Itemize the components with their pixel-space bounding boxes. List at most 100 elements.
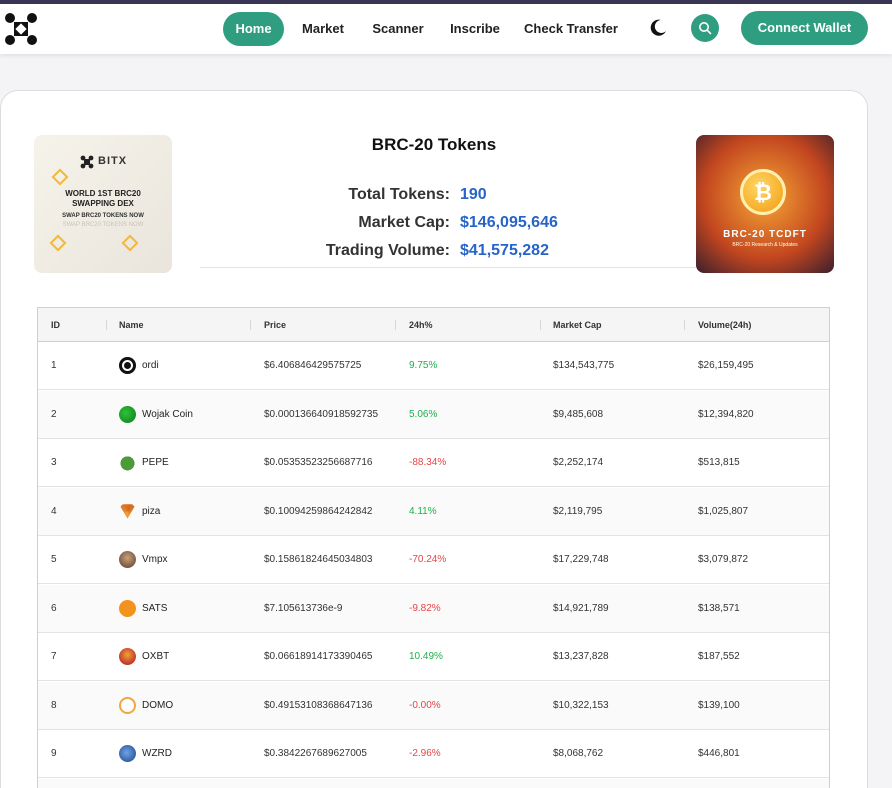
tcdft-ad-banner[interactable]: ₿ BRC-20 TCDFT BRC-20 Research & Updates	[696, 135, 834, 273]
row-id: 1	[51, 360, 57, 371]
token-name-link[interactable]: Vmpx	[142, 536, 168, 584]
token-name-link[interactable]: Wojak Coin	[142, 391, 193, 439]
table-header: ID Name Price 24h% Market Cap Volume(24h…	[38, 308, 829, 342]
token-price: $0.15861824645034803	[264, 554, 373, 565]
connect-wallet-button[interactable]: Connect Wallet	[741, 11, 868, 45]
wojak-icon	[119, 405, 136, 423]
row-id: 3	[51, 457, 57, 468]
column-separator	[106, 320, 107, 330]
row-id: 2	[51, 408, 57, 420]
bitx-ad-banner[interactable]: BITX WORLD 1ST BRC20 SWAPPING DEX SWAP B…	[34, 135, 172, 273]
token-change-24h: -70.24%	[409, 554, 447, 565]
table-row[interactable]: 9 WZRD $0.3842267689627005 -2.96% $8,068,762…	[38, 730, 829, 778]
column-separator	[684, 320, 685, 330]
vmpx-avatar-icon	[119, 551, 136, 568]
token-market-cap: $13,237,828	[553, 651, 609, 662]
nav-scanner[interactable]: Scanner	[368, 12, 428, 46]
token-volume-24h: $1,025,807	[698, 505, 749, 517]
token-market-cap: $17,229,748	[553, 554, 609, 565]
token-name-link[interactable]: piza	[142, 488, 160, 536]
token-market-cap: $10,322,153	[553, 699, 609, 711]
row-id: 4	[51, 505, 57, 517]
token-change-24h: -0.00%	[409, 699, 441, 711]
wzrd-icon	[119, 745, 136, 762]
search-button[interactable]	[691, 14, 719, 42]
trading-volume-value: $41,575,282	[460, 242, 549, 259]
token-name-link[interactable]: OXBT	[142, 633, 169, 681]
search-icon	[699, 22, 712, 35]
table-row[interactable]: 7 OXBT $0.06618914173390465 10.49% $13,237,8…	[38, 633, 829, 681]
token-market-cap: $134,543,775	[553, 360, 615, 371]
diamond-decor-icon	[51, 168, 69, 186]
token-volume-24h: $26,159,495	[698, 360, 754, 371]
token-name-link[interactable]: ordi	[142, 342, 159, 390]
bitx-logo-icon	[80, 155, 94, 169]
table-row[interactable]: 8 DOMO $0.49153108368647136 -0.00% $10,322,1…	[38, 681, 829, 730]
tcdft-subcaption: BRC-20 Research & Updates	[732, 242, 798, 248]
bitcoin-coin-icon: ₿	[740, 169, 786, 215]
token-price: $0.000136640918592735	[264, 408, 379, 420]
col-24h[interactable]: 24h%	[409, 308, 433, 342]
token-price: $0.49153108368647136	[264, 699, 373, 711]
tokens-table: ID Name Price 24h% Market Cap Volume(24h…	[37, 307, 830, 788]
logo-icon[interactable]	[4, 12, 38, 46]
bitx-headline: WORLD 1ST BRC20 SWAPPING DEX	[65, 189, 141, 208]
token-price: $6.406846429575725	[264, 360, 362, 371]
diamond-decor-icon	[49, 234, 67, 252]
nav-check-transfer[interactable]: Check Transfer	[523, 12, 619, 46]
token-price: $0.05353523256687716	[264, 457, 373, 468]
tcdft-caption: BRC-20 TCDFT	[723, 229, 807, 240]
total-tokens-value: 190	[460, 186, 487, 203]
trading-volume-label: Trading Volume:	[325, 242, 450, 259]
column-separator	[250, 320, 251, 330]
token-name-link[interactable]: SATS	[142, 585, 167, 633]
moon-icon[interactable]	[648, 18, 668, 38]
row-id: 9	[51, 748, 57, 759]
token-change-24h: 4.11%	[409, 505, 437, 517]
col-price[interactable]: Price	[264, 308, 286, 342]
col-id[interactable]: ID	[51, 308, 60, 342]
nav-inscribe[interactable]: Inscribe	[446, 12, 504, 46]
bitx-ghost-text: SWAP BRC20 TOKENS NOW	[62, 222, 144, 228]
token-name-link[interactable]: DOMO	[142, 682, 173, 730]
col-volume[interactable]: Volume(24h)	[698, 308, 751, 342]
row-id: 7	[51, 651, 57, 662]
page-title: BRC-20 Tokens	[371, 135, 497, 154]
table-row[interactable]: 2 Wojak Coin $0.000136640918592735 5.06% $9,…	[38, 390, 829, 439]
table-row[interactable]: 6 SATS $7.105613736e-9 -9.82% $14,921,789 $13…	[38, 584, 829, 633]
token-price: $7.105613736e-9	[264, 602, 343, 614]
table-row[interactable]: 4 piza $0.10094259864242842 4.11% $2,119,795…	[38, 487, 829, 536]
token-name-link[interactable]: WZRD	[142, 730, 172, 778]
navbar: Home Market Scanner Inscribe Check Trans…	[0, 4, 892, 54]
row-id: 6	[51, 602, 57, 614]
pizza-icon	[119, 504, 136, 519]
col-market-cap[interactable]: Market Cap	[553, 308, 602, 342]
bitx-brand-text: BITX	[98, 155, 128, 167]
nav-home[interactable]: Home	[223, 12, 284, 46]
token-change-24h: 10.49%	[409, 651, 443, 662]
total-tokens-label: Total Tokens:	[348, 186, 450, 203]
token-volume-24h: $138,571	[698, 602, 740, 614]
row-id: 5	[51, 554, 57, 565]
token-market-cap: $2,252,174	[553, 457, 604, 468]
token-market-cap: $9,485,608	[553, 408, 604, 420]
col-name[interactable]: Name	[119, 308, 144, 342]
token-volume-24h: $139,100	[698, 699, 740, 711]
token-price: $0.10094259864242842	[264, 505, 373, 517]
row-id: 8	[51, 699, 57, 711]
token-name-link[interactable]: PEPE	[142, 439, 169, 487]
diamond-decor-icon	[121, 234, 139, 252]
table-row[interactable]: 1 ordi $6.406846429575725 9.75% $134,543,775…	[38, 342, 829, 390]
table-row[interactable]: 3 PEPE $0.05353523256687716 -88.34% $2,252,1…	[38, 439, 829, 487]
table-row[interactable]	[38, 778, 829, 788]
token-change-24h: 9.75%	[409, 360, 438, 371]
column-separator	[395, 320, 396, 330]
nav-market[interactable]: Market	[296, 12, 350, 46]
token-change-24h: 5.06%	[409, 408, 438, 420]
oxbt-icon	[119, 648, 136, 665]
token-volume-24h: $3,079,872	[698, 554, 749, 565]
bitx-subtext: SWAP BRC20 TOKENS NOW	[62, 213, 144, 219]
token-price: $0.3842267689627005	[264, 748, 367, 759]
token-volume-24h: $12,394,820	[698, 408, 754, 420]
table-row[interactable]: 5 Vmpx $0.15861824645034803 -70.24% $17,229,…	[38, 536, 829, 584]
